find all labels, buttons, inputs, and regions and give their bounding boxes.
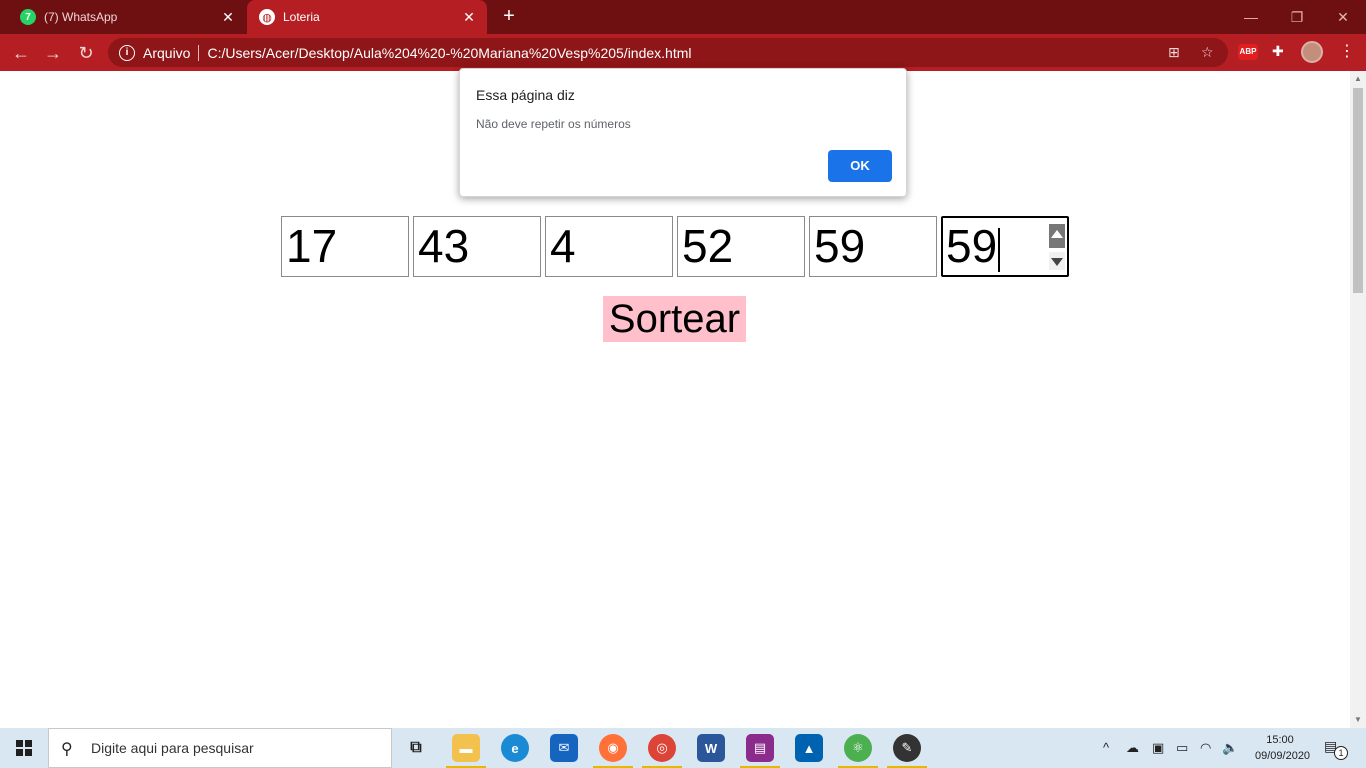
battery-icon[interactable]: ▭: [1176, 740, 1188, 756]
scrollbar[interactable]: ▲ ▼: [1350, 71, 1366, 728]
number-input-1[interactable]: 17: [281, 216, 409, 277]
taskbar: ⚲ Digite aqui para pesquisar ⧉ ▬ e ✉ ◉ ◎…: [0, 728, 1366, 768]
input-value: 4: [550, 220, 576, 272]
number-spinner[interactable]: [1049, 220, 1065, 272]
number-input-4[interactable]: 52: [677, 216, 805, 277]
clock-time: 15:00: [1266, 734, 1294, 746]
start-button[interactable]: [0, 728, 48, 768]
ok-button[interactable]: OK: [828, 150, 892, 182]
task-view-icon[interactable]: ⧉: [402, 734, 430, 762]
input-value: 17: [286, 220, 338, 272]
word-icon[interactable]: W: [697, 734, 725, 762]
dialog-title: Essa página diz: [476, 87, 575, 103]
translate-icon[interactable]: ⊞: [1168, 44, 1180, 61]
dialog-message: Não deve repetir os números: [476, 117, 631, 131]
scroll-up-icon[interactable]: ▲: [1354, 74, 1362, 83]
atom-icon[interactable]: ⚛: [844, 734, 872, 762]
spin-up-icon[interactable]: [1049, 224, 1065, 248]
taskbar-search[interactable]: ⚲ Digite aqui para pesquisar: [48, 728, 392, 768]
back-icon[interactable]: ←: [8, 40, 34, 66]
number-input-6[interactable]: 59: [941, 216, 1069, 277]
alert-dialog: Essa página diz Não deve repetir os núme…: [459, 68, 907, 197]
whatsapp-icon: 7: [20, 9, 36, 25]
search-placeholder: Digite aqui para pesquisar: [91, 740, 254, 756]
text-caret: [998, 227, 1001, 272]
new-tab-button[interactable]: +: [498, 6, 520, 28]
restore-icon[interactable]: ❐: [1274, 0, 1320, 34]
snip-sketch-icon[interactable]: ✎: [893, 734, 921, 762]
edge-icon[interactable]: e: [501, 734, 529, 762]
file-explorer-icon[interactable]: ▬: [452, 734, 480, 762]
tab-title: (7) WhatsApp: [44, 10, 118, 24]
wifi-icon[interactable]: ◠: [1200, 740, 1211, 756]
winrar-icon[interactable]: ▤: [746, 734, 774, 762]
url-text[interactable]: C:/Users/Acer/Desktop/Aula%204%20-%20Mar…: [207, 45, 691, 61]
spin-down-icon[interactable]: [1049, 252, 1065, 270]
number-input-3[interactable]: 4: [545, 216, 673, 277]
scrollbar-thumb[interactable]: [1353, 88, 1363, 293]
sortear-button[interactable]: Sortear: [603, 296, 746, 342]
photos-icon[interactable]: ▲: [795, 734, 823, 762]
close-window-icon[interactable]: ✕: [1320, 0, 1366, 34]
notification-badge: 1: [1334, 746, 1348, 760]
input-value: 59: [814, 220, 866, 272]
network-device-icon[interactable]: ▣: [1152, 740, 1164, 756]
extensions-puzzle-icon[interactable]: ✚: [1272, 43, 1288, 59]
forward-icon[interactable]: →: [40, 40, 66, 66]
chevron-up-icon[interactable]: ^: [1103, 740, 1109, 755]
windows-icon: [16, 740, 32, 756]
reload-icon[interactable]: ↻: [73, 40, 99, 66]
browser-toolbar: ← → ↻ i Arquivo C:/Users/Acer/Desktop/Au…: [0, 34, 1366, 71]
close-tab-icon[interactable]: ✕: [459, 9, 479, 26]
tab-loteria[interactable]: ◍ Loteria ✕: [247, 0, 487, 34]
tab-whatsapp[interactable]: 7 (7) WhatsApp ✕: [8, 0, 246, 34]
search-icon: ⚲: [61, 741, 73, 758]
clock[interactable]: 15:00 09/09/2020: [1255, 732, 1311, 764]
number-input-2[interactable]: 43: [413, 216, 541, 277]
mail-icon[interactable]: ✉: [550, 734, 578, 762]
scroll-down-icon[interactable]: ▼: [1354, 715, 1362, 724]
minimize-icon[interactable]: —: [1228, 0, 1274, 34]
adblock-icon[interactable]: ABP: [1238, 44, 1258, 60]
close-tab-icon[interactable]: ✕: [218, 9, 238, 26]
menu-kebab-icon[interactable]: ⋮: [1339, 41, 1355, 63]
input-value: 43: [418, 220, 470, 272]
firefox-icon[interactable]: ◉: [599, 734, 627, 762]
input-value: 59: [946, 220, 998, 272]
address-bar[interactable]: i Arquivo C:/Users/Acer/Desktop/Aula%204…: [108, 38, 1228, 67]
number-input-5[interactable]: 59: [809, 216, 937, 277]
avatar[interactable]: [1301, 41, 1323, 63]
scheme-label: Arquivo: [143, 44, 191, 61]
input-value: 52: [682, 220, 734, 272]
tab-title: Loteria: [283, 10, 320, 24]
volume-icon[interactable]: 🔈: [1222, 740, 1238, 756]
chrome-icon[interactable]: ◎: [648, 734, 676, 762]
divider: [198, 44, 200, 61]
globe-icon: ◍: [259, 9, 275, 25]
clock-date: 09/09/2020: [1255, 750, 1311, 762]
info-icon[interactable]: i: [119, 44, 135, 61]
tab-strip: 7 (7) WhatsApp ✕ ◍ Loteria ✕ + — ❐ ✕: [0, 0, 1366, 34]
bookmark-star-icon[interactable]: ☆: [1201, 44, 1214, 61]
onedrive-icon[interactable]: ☁: [1126, 740, 1139, 756]
notification-icon[interactable]: ▤ 1: [1324, 738, 1348, 760]
